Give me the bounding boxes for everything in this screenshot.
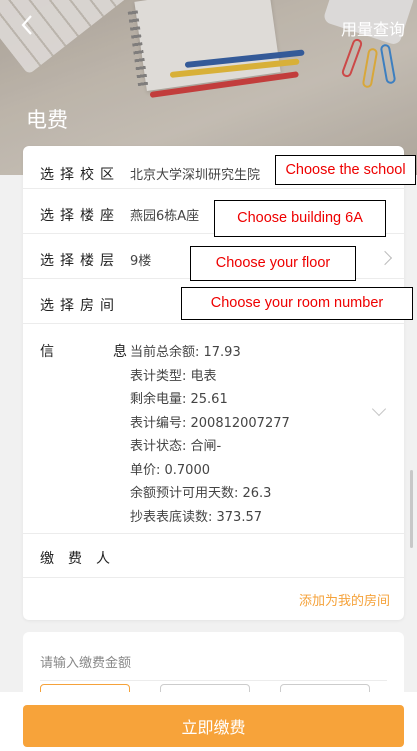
info-line-meter-number: 表计编号: 200812007277 [130,415,290,431]
scrollbar[interactable] [410,470,413,548]
building-label: 选择楼座 [40,208,120,224]
chevron-left-icon [21,15,32,35]
back-button[interactable] [20,14,44,38]
building-value: 燕园6栋A座 [130,209,200,224]
chevron-down-icon[interactable] [371,401,387,417]
info-line-reading: 抄表表底读数: 373.57 [130,509,262,525]
campus-label: 选择校区 [40,167,120,183]
pay-now-button[interactable]: 立即缴费 [23,705,404,747]
chevron-right-icon [377,250,393,266]
info-line-balance: 当前总余额: 17.93 [130,345,241,360]
add-my-room-link[interactable]: 添加为我的房间 [299,590,390,609]
meter-info: 当前总余额: 17.93 表计类型: 电表 剩余电量: 25.61 表计编号: … [130,341,290,529]
floor-label: 选择楼层 [40,253,120,269]
info-line-meter-type: 表计类型: 电表 [130,368,217,384]
annotation-building: Choose building 6A [214,200,386,237]
payer-label: 缴费人 [40,551,124,567]
amount-placeholder[interactable]: 请输入缴费金额 [40,652,131,671]
annotation-room: Choose your room number [181,287,413,320]
info-line-remaining: 剩余电量: 25.61 [130,392,228,407]
room-label: 选择房间 [40,298,120,314]
info-line-unit-price: 单价: 0.7000 [130,462,210,478]
divider [40,680,387,681]
annotation-school: Choose the school [275,155,416,185]
page-title: 电费 [26,108,68,132]
annotation-floor: Choose your floor [190,246,356,281]
usage-query-link[interactable]: 用量查询 [341,16,405,40]
info-line-days-left: 余额预计可用天数: 26.3 [130,486,272,501]
campus-value: 北京大学深圳研究生院 [130,168,261,183]
payer-row[interactable]: 缴费人 [23,534,404,578]
floor-value: 9楼 [130,254,152,269]
info-line-meter-status: 表计状态: 合闸- [130,439,222,454]
